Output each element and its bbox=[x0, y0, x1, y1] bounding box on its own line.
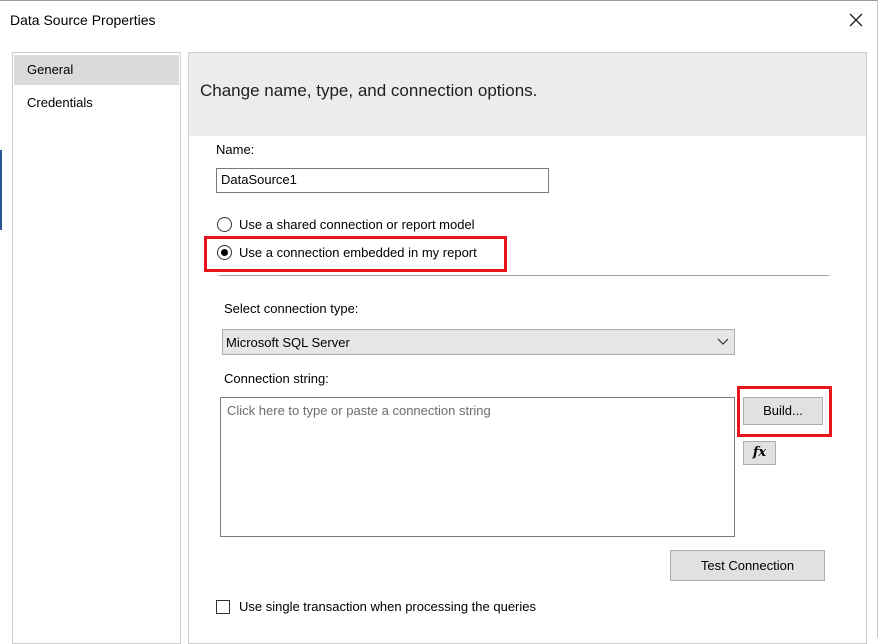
connection-type-label: Select connection type: bbox=[224, 301, 359, 316]
window-title: Data Source Properties bbox=[10, 12, 156, 28]
radio-shared-connection-circle[interactable] bbox=[217, 217, 232, 232]
content-pane: Change name, type, and connection option… bbox=[188, 52, 867, 644]
single-transaction-checkbox[interactable] bbox=[216, 600, 230, 614]
nav-item-general[interactable]: General bbox=[14, 55, 179, 85]
name-field[interactable]: DataSource1 bbox=[216, 168, 549, 193]
radio-shared-connection[interactable]: Use a shared connection or report model bbox=[217, 217, 517, 235]
connection-string-label: Connection string: bbox=[224, 371, 329, 386]
radio-shared-connection-label: Use a shared connection or report model bbox=[239, 217, 475, 232]
connection-type-value: Microsoft SQL Server bbox=[226, 335, 350, 350]
window-left-accent bbox=[0, 150, 2, 230]
radio-embedded-connection[interactable]: Use a connection embedded in my report bbox=[217, 245, 502, 263]
section-divider bbox=[219, 275, 829, 276]
header-band: Change name, type, and connection option… bbox=[189, 53, 866, 136]
page-header: Change name, type, and connection option… bbox=[200, 81, 538, 100]
connection-string-placeholder: Click here to type or paste a connection… bbox=[227, 403, 491, 418]
radio-embedded-connection-circle[interactable] bbox=[217, 245, 232, 260]
single-transaction-label: Use single transaction when processing t… bbox=[239, 599, 537, 614]
nav-item-credentials[interactable]: Credentials bbox=[14, 88, 179, 118]
connection-string-input[interactable]: Click here to type or paste a connection… bbox=[220, 397, 735, 537]
build-button[interactable]: Build... bbox=[743, 397, 823, 425]
single-transaction-option[interactable]: Use single transaction when processing t… bbox=[216, 599, 566, 617]
name-label: Name: bbox=[216, 142, 255, 157]
window-top-border bbox=[0, 0, 878, 1]
chevron-down-icon bbox=[717, 338, 729, 345]
expression-button[interactable]: fx bbox=[743, 441, 776, 465]
connection-type-select[interactable]: Microsoft SQL Server bbox=[222, 329, 735, 355]
radio-embedded-connection-label: Use a connection embedded in my report bbox=[239, 245, 477, 260]
nav-pane: General Credentials bbox=[12, 52, 181, 644]
test-connection-button[interactable]: Test Connection bbox=[670, 550, 825, 581]
close-icon[interactable] bbox=[845, 9, 867, 31]
